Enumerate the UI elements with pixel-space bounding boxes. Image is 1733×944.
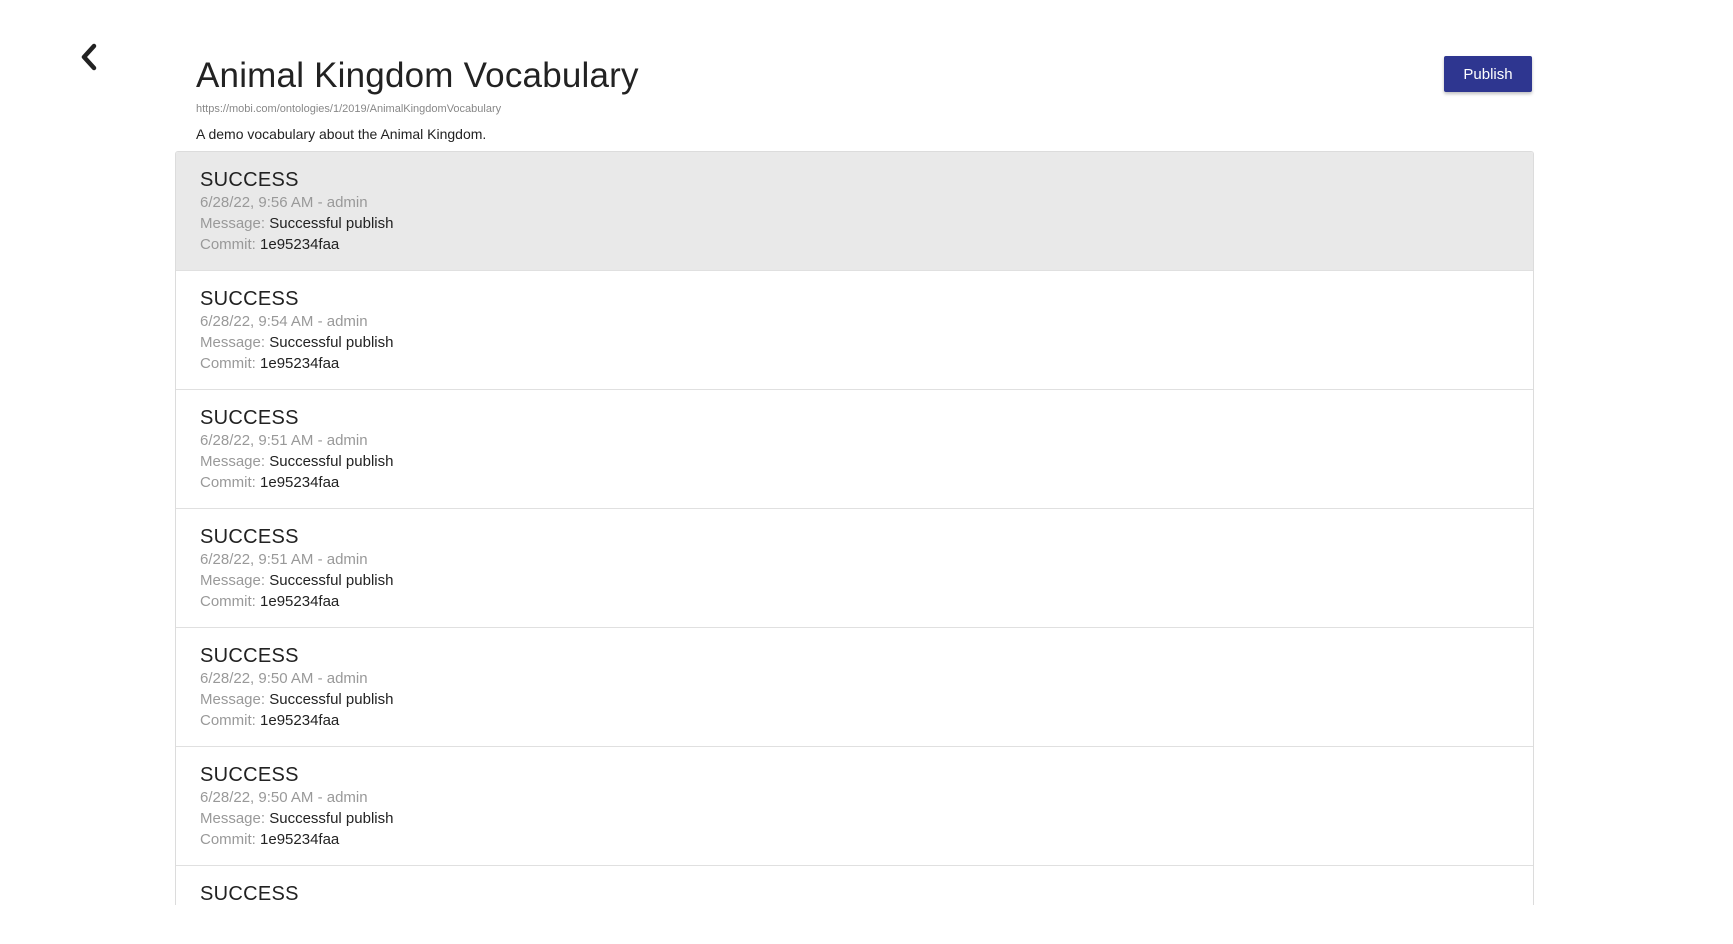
history-message-row: Message: Successful publish [200, 808, 1509, 829]
history-item[interactable]: SUCCESS 6/28/22, 9:51 AM - admin Message… [176, 509, 1533, 628]
history-status: SUCCESS [200, 169, 299, 191]
message-label: Message: [200, 334, 266, 351]
publish-button[interactable]: Publish [1444, 56, 1532, 92]
page-title: Animal Kingdom Vocabulary [196, 56, 639, 95]
publish-history-list: SUCCESS 6/28/22, 9:56 AM - admin Message… [175, 151, 1534, 905]
history-commit-row: Commit: 1e95234faa [200, 234, 1509, 255]
history-item[interactable]: SUCCESS 6/28/22, 9:50 AM - admin Message… [176, 628, 1533, 747]
history-message-row: Message: Successful publish [200, 570, 1509, 591]
history-commit-row: Commit: 1e95234faa [200, 829, 1509, 850]
commit-value: 1e95234faa [260, 355, 340, 372]
history-status: SUCCESS [200, 407, 299, 429]
message-value: Successful publish [269, 810, 394, 827]
history-timestamp: 6/28/22, 9:56 AM - admin [200, 194, 368, 211]
message-value: Successful publish [269, 453, 394, 470]
history-timestamp: 6/28/22, 9:54 AM - admin [200, 313, 368, 330]
history-status: SUCCESS [200, 883, 299, 905]
history-timestamp: 6/28/22, 9:50 AM - admin [200, 789, 368, 806]
history-item[interactable]: SUCCESS 6/28/22, 9:56 AM - admin Message… [176, 152, 1533, 271]
history-commit-row: Commit: 1e95234faa [200, 353, 1509, 374]
commit-label: Commit: [200, 355, 256, 372]
commit-value: 1e95234faa [260, 236, 340, 253]
commit-label: Commit: [200, 474, 256, 491]
commit-label: Commit: [200, 593, 256, 610]
page-header: Animal Kingdom Vocabulary https://mobi.c… [196, 52, 639, 143]
history-item[interactable]: SUCCESS [176, 866, 1533, 905]
commit-value: 1e95234faa [260, 712, 340, 729]
history-item[interactable]: SUCCESS 6/28/22, 9:54 AM - admin Message… [176, 271, 1533, 390]
commit-value: 1e95234faa [260, 831, 340, 848]
history-timestamp: 6/28/22, 9:51 AM - admin [200, 551, 368, 568]
history-item[interactable]: SUCCESS 6/28/22, 9:51 AM - admin Message… [176, 390, 1533, 509]
back-button[interactable] [74, 42, 104, 72]
history-message-row: Message: Successful publish [200, 451, 1509, 472]
history-status: SUCCESS [200, 288, 299, 310]
history-timestamp: 6/28/22, 9:50 AM - admin [200, 670, 368, 687]
message-value: Successful publish [269, 691, 394, 708]
ontology-iri: https://mobi.com/ontologies/1/2019/Anima… [196, 103, 502, 115]
commit-label: Commit: [200, 712, 256, 729]
message-value: Successful publish [269, 334, 394, 351]
message-label: Message: [200, 691, 266, 708]
message-label: Message: [200, 572, 266, 589]
commit-value: 1e95234faa [260, 593, 340, 610]
history-item[interactable]: SUCCESS 6/28/22, 9:50 AM - admin Message… [176, 747, 1533, 866]
history-message-row: Message: Successful publish [200, 213, 1509, 234]
history-status: SUCCESS [200, 764, 299, 786]
history-commit-row: Commit: 1e95234faa [200, 472, 1509, 493]
history-status: SUCCESS [200, 645, 299, 667]
chevron-left-icon [81, 43, 97, 71]
commit-value: 1e95234faa [260, 474, 340, 491]
message-label: Message: [200, 810, 266, 827]
history-commit-row: Commit: 1e95234faa [200, 710, 1509, 731]
commit-label: Commit: [200, 831, 256, 848]
history-status: SUCCESS [200, 526, 299, 548]
history-message-row: Message: Successful publish [200, 332, 1509, 353]
history-message-row: Message: Successful publish [200, 689, 1509, 710]
commit-label: Commit: [200, 236, 256, 253]
history-timestamp: 6/28/22, 9:51 AM - admin [200, 432, 368, 449]
message-label: Message: [200, 215, 266, 232]
message-value: Successful publish [269, 215, 394, 232]
message-label: Message: [200, 453, 266, 470]
history-commit-row: Commit: 1e95234faa [200, 591, 1509, 612]
message-value: Successful publish [269, 572, 394, 589]
ontology-description: A demo vocabulary about the Animal Kingd… [196, 126, 487, 142]
